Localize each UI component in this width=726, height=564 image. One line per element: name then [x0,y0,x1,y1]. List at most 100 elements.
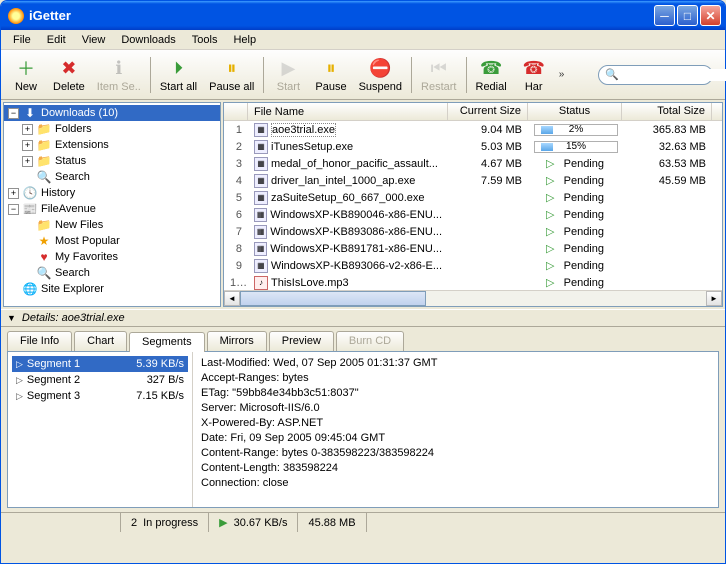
toolbar-pauseall[interactable]: ⏸Pause all [203,54,260,95]
search-box[interactable]: 🔍▼ [598,65,713,85]
file-row[interactable]: 6▦WindowsXP-KB890046-x86-ENU...▷ Pending [224,206,722,223]
header-line: ETag: "59bb84e34bb3c51:8037" [201,386,710,401]
file-row[interactable]: 7▦WindowsXP-KB893086-x86-ENU...▷ Pending [224,223,722,240]
file-row[interactable]: 9▦WindowsXP-KB893066-v2-x86-E...▷ Pendin… [224,257,722,274]
tree-newfiles[interactable]: 📁New Files [4,217,220,233]
collapse-icon[interactable]: − [8,108,19,119]
details-header[interactable]: ▼ Details: aoe3trial.exe [1,309,725,327]
toolbar-suspend[interactable]: ⛔Suspend [353,54,408,95]
col-num[interactable] [224,103,248,120]
col-currentsize[interactable]: Current Size [448,103,528,120]
minimize-button[interactable]: ─ [654,5,675,26]
col-status[interactable]: Status [528,103,622,120]
tab-preview[interactable]: Preview [269,331,334,351]
tree-myfavorites[interactable]: ♥My Favorites [4,249,220,265]
toolbar-pause[interactable]: ⏸Pause [309,54,352,95]
header-line: Content-Length: 383598224 [201,461,710,476]
file-list: File Name Current Size Status Total Size… [223,102,723,307]
toolbar-redial[interactable]: ☎Redial [470,54,513,95]
details-filename: aoe3trial.exe [62,312,125,324]
segment-row[interactable]: ▷Segment 37.15 KB/s [12,388,188,404]
app-icon [8,8,24,24]
toolbar-har[interactable]: ☎Har [513,54,555,95]
scroll-right-icon[interactable]: ► [706,291,722,306]
tree-search[interactable]: 🔍Search [4,169,220,185]
tree-panel[interactable]: −⬇Downloads (10) +📁Folders +📁Extensions … [3,102,221,307]
tree-siteexplorer[interactable]: +🌐Site Explorer [4,281,220,297]
detail-tabs: File Info Chart Segments Mirrors Preview… [1,327,725,351]
file-list-header[interactable]: File Name Current Size Status Total Size [224,103,722,121]
tab-segments[interactable]: Segments [129,332,205,352]
file-row[interactable]: 8▦WindowsXP-KB891781-x86-ENU...▷ Pending [224,240,722,257]
maximize-button[interactable]: □ [677,5,698,26]
triangle-right-icon: ▷ [16,359,23,369]
tree-status[interactable]: +📁Status [4,153,220,169]
app-file-icon: ▦ [254,174,268,188]
app-file-icon: ▦ [254,208,267,222]
toolbar-new[interactable]: ＋New [5,54,47,95]
audio-icon: ♪ [254,276,268,290]
file-row[interactable]: 2▦iTunesSetup.exe5.03 MB15%32.63 MB [224,138,722,155]
menu-view[interactable]: View [74,32,114,48]
menu-help[interactable]: Help [225,32,264,48]
expand-icon[interactable]: + [8,188,19,199]
tree-downloads[interactable]: −⬇Downloads (10) [4,105,220,121]
tree-mostpopular[interactable]: ★Most Popular [4,233,220,249]
globe-icon: 🌐 [22,281,38,297]
folder-icon: 📁 [36,217,52,233]
play-icon: ▷ [546,175,554,187]
segment-row[interactable]: ▷Segment 2327 B/s [12,372,188,388]
triangle-down-icon: ▼ [7,313,16,323]
header-line: Content-Range: bytes 0-383598223/3835982… [201,446,710,461]
toolbar-overflow-icon[interactable]: » [555,69,569,80]
tree-fa-search[interactable]: 🔍Search [4,265,220,281]
toolbar-startall[interactable]: ⏵Start all [154,54,203,95]
folder-icon: 📁 [36,121,52,137]
col-totalsize[interactable]: Total Size [622,103,712,120]
toolbar-delete[interactable]: ✖Delete [47,54,91,95]
app-file-icon: ▦ [254,191,268,205]
file-row[interactable]: 5▦zaSuiteSetup_60_667_000.exe▷ Pending [224,189,722,206]
toolbar-itemse: ℹItem Se.. [91,54,147,95]
expand-icon[interactable]: + [22,124,33,135]
app-file-icon: ▦ [254,242,267,256]
file-row[interactable]: 3▦medal_of_honor_pacific_assault...4.67 … [224,155,722,172]
col-filename[interactable]: File Name [248,103,448,120]
app-file-icon: ▦ [254,123,268,137]
downloads-icon: ⬇ [22,105,38,121]
tab-chart[interactable]: Chart [74,331,127,351]
tab-mirrors[interactable]: Mirrors [207,331,267,351]
header-line: Date: Fri, 09 Sep 2005 09:45:04 GMT [201,431,710,446]
scroll-left-icon[interactable]: ◄ [224,291,240,306]
expand-icon[interactable]: + [22,156,33,167]
segment-list[interactable]: ▷Segment 15.39 KB/s▷Segment 2327 B/s▷Seg… [8,352,193,507]
folder-icon: 📁 [36,153,52,169]
titlebar[interactable]: iGetter ─ □ ✕ [1,1,725,30]
segment-row[interactable]: ▷Segment 15.39 KB/s [12,356,188,372]
menu-tools[interactable]: Tools [184,32,226,48]
file-row[interactable]: 4▦driver_lan_intel_1000_ap.exe7.59 MB▷ P… [224,172,722,189]
file-row[interactable]: 1▦aoe3trial.exe9.04 MB2%365.83 MB [224,121,722,138]
menu-edit[interactable]: Edit [39,32,74,48]
file-row[interactable]: 10♪ThisIsLove.mp3▷ Pending [224,274,722,290]
tree-fileavenue[interactable]: −📰FileAvenue [4,201,220,217]
tab-fileinfo[interactable]: File Info [7,331,72,351]
collapse-icon[interactable]: − [8,204,19,215]
h-scrollbar[interactable]: ◄ ► [224,290,722,306]
tree-extensions[interactable]: +📁Extensions [4,137,220,153]
menu-file[interactable]: File [5,32,39,48]
app-file-icon: ▦ [254,140,268,154]
app-file-icon: ▦ [254,225,267,239]
app-file-icon: ▦ [254,157,268,171]
expand-icon[interactable]: + [22,140,33,151]
tree-folders[interactable]: +📁Folders [4,121,220,137]
menu-downloads[interactable]: Downloads [113,32,183,48]
toolbar-start: ▶Start [267,54,309,95]
search-input[interactable] [623,69,726,81]
triangle-right-icon: ▷ [16,375,23,385]
header-line: X-Powered-By: ASP.NET [201,416,710,431]
tree-history[interactable]: +🕓History [4,185,220,201]
close-button[interactable]: ✕ [700,5,721,26]
app-file-icon: ▦ [254,259,268,273]
tab-burncd[interactable]: Burn CD [336,331,404,351]
